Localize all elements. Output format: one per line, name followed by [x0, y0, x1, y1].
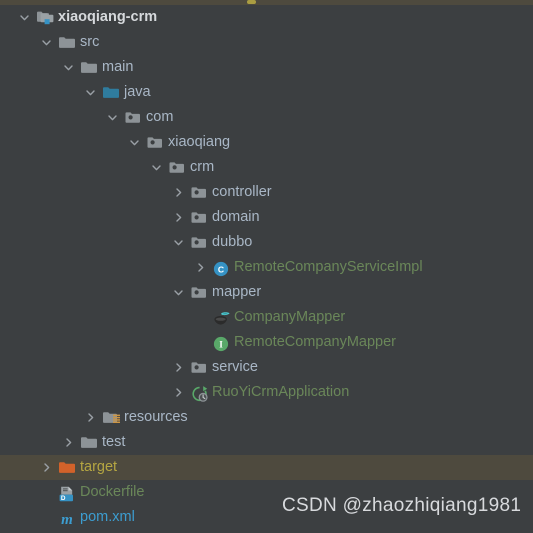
svg-text:m: m: [61, 512, 73, 528]
tree-row-domain[interactable]: domain: [0, 205, 533, 230]
chevron-right-icon[interactable]: [172, 361, 185, 374]
chevron-down-icon[interactable]: [150, 161, 163, 174]
tree-row-label: service: [212, 359, 258, 375]
tree-row-test[interactable]: test: [0, 430, 533, 455]
svg-text:C: C: [218, 264, 224, 274]
source-root-folder-icon: [102, 85, 120, 101]
tree-row-service[interactable]: service: [0, 355, 533, 380]
tree-row-label: xiaoqiang-crm: [58, 9, 158, 25]
tree-row-xiaoqiang[interactable]: xiaoqiang: [0, 130, 533, 155]
tree-row-xiaoqiang-crm[interactable]: xiaoqiang-crm: [0, 5, 533, 30]
chevron-down-icon[interactable]: [172, 236, 185, 249]
package-icon: [146, 135, 164, 151]
package-icon: [190, 185, 208, 201]
folder-icon: [58, 35, 76, 51]
mybatis-mapper-icon: [212, 310, 230, 326]
chevron-down-icon[interactable]: [172, 286, 185, 299]
tree-row-label: resources: [124, 409, 188, 425]
tree-row-com[interactable]: com: [0, 105, 533, 130]
resource-root-folder-icon: [102, 410, 120, 426]
chevron-down-icon[interactable]: [106, 111, 119, 124]
tree-row-RuoYiCrmApplication[interactable]: RuoYiCrmApplication: [0, 380, 533, 405]
chevron-down-icon[interactable]: [62, 61, 75, 74]
tree-row-label: dubbo: [212, 234, 253, 250]
project-tool-window[interactable]: xiaoqiang-crm src main java com xiaoqiang crm c…: [0, 0, 533, 533]
tree-row-dubbo[interactable]: dubbo: [0, 230, 533, 255]
tree-row-resources[interactable]: resources: [0, 405, 533, 430]
chevron-right-icon[interactable]: [194, 261, 207, 274]
svg-text:I: I: [219, 339, 223, 349]
watermark-text: CSDN @zhaozhiqiang1981: [282, 495, 522, 516]
tree-row-src[interactable]: src: [0, 30, 533, 55]
maven-pom-icon: m: [58, 510, 76, 528]
folder-icon: [80, 60, 98, 76]
module-folder-icon: [36, 10, 54, 26]
chevron-down-icon[interactable]: [18, 11, 31, 24]
tree-row-RemoteCompanyMapper[interactable]: I RemoteCompanyMapper: [0, 330, 533, 355]
tree-row-label: CompanyMapper: [234, 309, 346, 325]
tree-row-label: java: [124, 84, 151, 100]
tree-row-label: crm: [190, 159, 215, 175]
chevron-right-icon[interactable]: [172, 211, 185, 224]
svg-text:D: D: [61, 494, 66, 501]
tree-row-label: target: [80, 459, 118, 475]
tree-row-java[interactable]: java: [0, 80, 533, 105]
chevron-right-icon[interactable]: [172, 386, 185, 399]
tree-row-label: xiaoqiang: [168, 134, 231, 150]
tree-row-label: mapper: [212, 284, 262, 300]
tree-row-label: com: [146, 109, 174, 125]
tree-row-label: src: [80, 34, 100, 50]
chevron-down-icon[interactable]: [40, 36, 53, 49]
tree-row-crm[interactable]: crm: [0, 155, 533, 180]
chevron-right-icon[interactable]: [62, 436, 75, 449]
tree-row-label: pom.xml: [80, 509, 135, 525]
java-class-icon: C: [212, 260, 230, 276]
excluded-folder-icon: [58, 460, 76, 476]
partial-row-fragment: [247, 0, 256, 4]
chevron-right-icon[interactable]: [84, 411, 97, 424]
chevron-down-icon[interactable]: [128, 136, 141, 149]
tree-row-label: RemoteCompanyServiceImpl: [234, 259, 423, 275]
tree-row-CompanyMapper[interactable]: CompanyMapper: [0, 305, 533, 330]
package-icon: [190, 235, 208, 251]
package-icon: [190, 360, 208, 376]
folder-icon: [80, 435, 98, 451]
tree-row-target[interactable]: target: [0, 455, 533, 480]
spring-boot-app-icon: [190, 385, 208, 402]
tree-row-label: RemoteCompanyMapper: [234, 334, 396, 350]
tree-row-controller[interactable]: controller: [0, 180, 533, 205]
chevron-right-icon[interactable]: [40, 461, 53, 474]
tree-row-label: domain: [212, 209, 260, 225]
tree-row-label: main: [102, 59, 134, 75]
package-icon: [190, 210, 208, 226]
tree-row-label: controller: [212, 184, 272, 200]
tree-row-label: Dockerfile: [80, 484, 145, 500]
tree-row-RemoteCompanyServiceImpl[interactable]: C RemoteCompanyServiceImpl: [0, 255, 533, 280]
chevron-right-icon[interactable]: [172, 186, 185, 199]
dockerfile-icon: D: [58, 485, 76, 501]
chevron-down-icon[interactable]: [84, 86, 97, 99]
package-icon: [190, 285, 208, 301]
tree-row-label: test: [102, 434, 126, 450]
tree-row-main[interactable]: main: [0, 55, 533, 80]
package-icon: [168, 160, 186, 176]
tree-row-mapper[interactable]: mapper: [0, 280, 533, 305]
package-icon: [124, 110, 142, 126]
tree-row-label: RuoYiCrmApplication: [212, 384, 350, 400]
java-interface-icon: I: [212, 335, 230, 351]
